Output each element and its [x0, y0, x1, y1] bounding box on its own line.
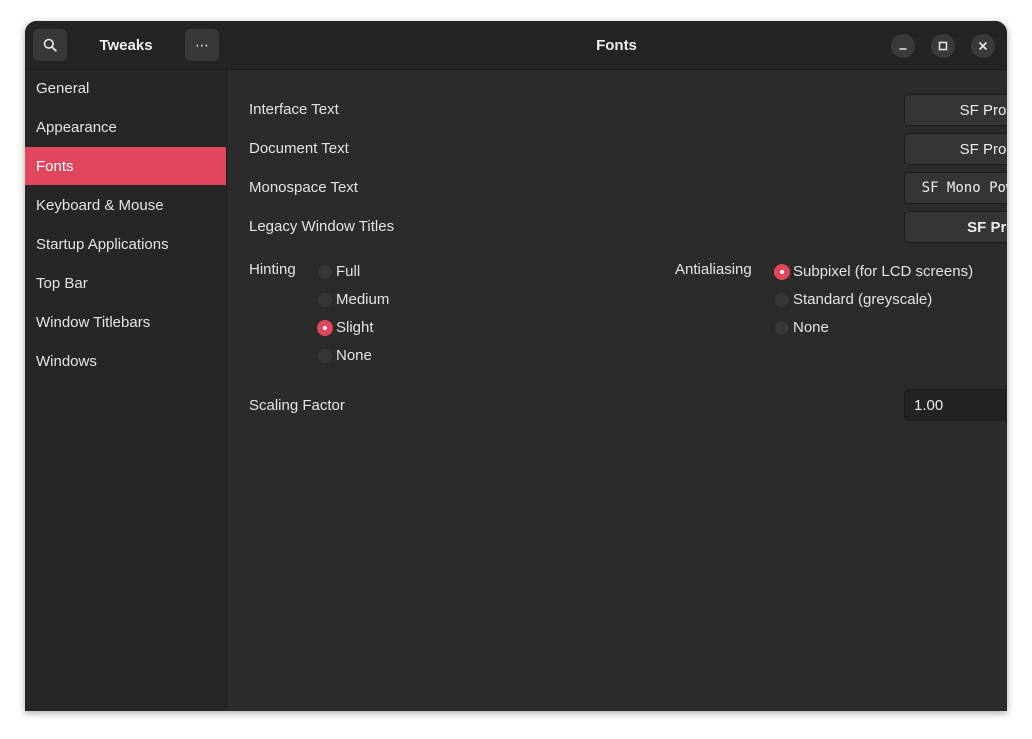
- fonts-panel: Interface Text SF Pro Text Regular 11 Do…: [227, 21, 1007, 711]
- maximize-icon: [938, 41, 948, 51]
- font-name: SF Mono Powerline Regular: [921, 180, 1007, 196]
- legacy-window-titles-label: Legacy Window Titles: [249, 218, 395, 235]
- menu-button[interactable]: ⋯: [185, 29, 219, 61]
- document-text-label: Document Text: [249, 140, 349, 157]
- sidebar-list: General Appearance Fonts Keyboard & Mous…: [25, 69, 226, 381]
- antialiasing-standard-label: Standard (greyscale): [793, 291, 933, 308]
- sidebar-item-top-bar[interactable]: Top Bar: [25, 264, 226, 302]
- sidebar-item-label: Keyboard & Mouse: [36, 196, 164, 214]
- close-icon: [978, 41, 988, 51]
- font-name: SF Pro Text Bold: [967, 218, 1007, 236]
- sidebar-item-label: Fonts: [36, 157, 74, 175]
- interface-font-button[interactable]: SF Pro Text Regular 11: [904, 94, 1007, 126]
- hinting-slight-label: Slight: [336, 319, 374, 336]
- minimize-icon: [899, 48, 907, 50]
- hinting-full-label: Full: [336, 263, 361, 280]
- font-name: SF Pro Text Regular: [959, 140, 1007, 158]
- document-font-button[interactable]: SF Pro Text Regular 11: [904, 133, 1007, 165]
- sidebar-item-label: Windows: [36, 352, 97, 370]
- minimize-button[interactable]: [891, 34, 915, 58]
- sidebar-item-label: Appearance: [36, 118, 117, 136]
- scaling-factor-input[interactable]: 1.00: [905, 390, 1007, 420]
- sidebar-item-fonts[interactable]: Fonts: [25, 147, 226, 185]
- sidebar-item-label: Startup Applications: [36, 235, 169, 253]
- antialiasing-none-label: None: [793, 319, 829, 336]
- sidebar-item-appearance[interactable]: Appearance: [25, 108, 226, 146]
- hinting-slight-radio[interactable]: [317, 320, 333, 336]
- hinting-none-radio[interactable]: [317, 348, 333, 364]
- antialiasing-subpixel-radio[interactable]: [774, 264, 790, 280]
- close-button[interactable]: [971, 34, 995, 58]
- monospace-text-label: Monospace Text: [249, 179, 358, 196]
- sidebar: General Appearance Fonts Keyboard & Mous…: [25, 21, 227, 711]
- more-icon: ⋯: [195, 36, 209, 53]
- antialiasing-none-radio[interactable]: [774, 320, 790, 336]
- hinting-label: Hinting: [249, 261, 296, 278]
- scaling-factor-label: Scaling Factor: [249, 397, 345, 414]
- monospace-font-button[interactable]: SF Mono Powerline Regular 11: [904, 172, 1007, 204]
- hinting-none-label: None: [336, 347, 372, 364]
- interface-text-label: Interface Text: [249, 101, 339, 118]
- sidebar-item-label: Top Bar: [36, 274, 88, 292]
- headerbar: Tweaks ⋯ Fonts: [25, 21, 1007, 70]
- hinting-medium-label: Medium: [336, 291, 390, 308]
- legacy-font-button[interactable]: SF Pro Text Bold 11: [904, 211, 1007, 243]
- sidebar-item-label: General: [36, 79, 90, 97]
- sidebar-item-window-titlebars[interactable]: Window Titlebars: [25, 303, 226, 341]
- search-button[interactable]: [33, 29, 67, 61]
- hinting-medium-radio[interactable]: [317, 292, 333, 308]
- sidebar-item-general[interactable]: General: [25, 69, 226, 107]
- antialiasing-label: Antialiasing: [675, 261, 752, 278]
- sidebar-title: Tweaks: [99, 36, 153, 54]
- sidebar-item-windows[interactable]: Windows: [25, 342, 226, 380]
- antialiasing-subpixel-label: Subpixel (for LCD screens): [793, 263, 974, 280]
- search-icon: [43, 38, 57, 52]
- font-name: SF Pro Text Regular: [959, 101, 1007, 119]
- page-title: Fonts: [596, 36, 637, 54]
- antialiasing-standard-radio[interactable]: [774, 292, 790, 308]
- scaling-factor-spinbutton: 1.00 − +: [904, 389, 1007, 421]
- tweaks-window: General Appearance Fonts Keyboard & Mous…: [25, 21, 1007, 711]
- sidebar-item-label: Window Titlebars: [36, 313, 151, 331]
- maximize-button[interactable]: [931, 34, 955, 58]
- hinting-full-radio[interactable]: [317, 264, 333, 280]
- sidebar-item-startup-applications[interactable]: Startup Applications: [25, 225, 226, 263]
- sidebar-item-keyboard-mouse[interactable]: Keyboard & Mouse: [25, 186, 226, 224]
